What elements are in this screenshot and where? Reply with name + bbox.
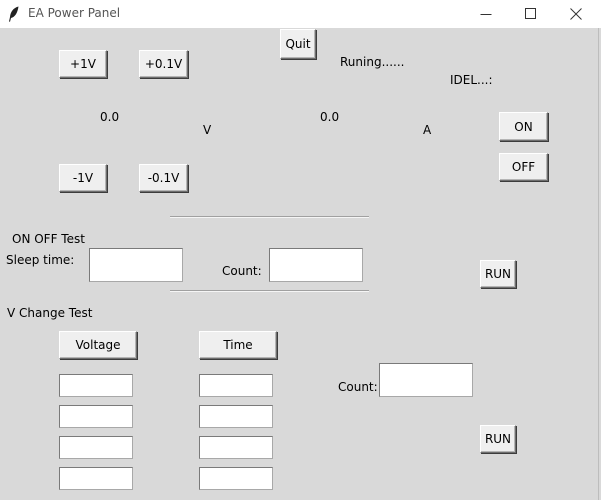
maximize-button[interactable] (508, 0, 554, 28)
time-input[interactable] (199, 374, 273, 397)
quit-button[interactable]: Quit (280, 29, 316, 59)
separator (170, 216, 369, 218)
minimize-icon (480, 14, 492, 15)
time-input[interactable] (199, 405, 273, 428)
plus-01v-button[interactable]: +0.1V (139, 50, 188, 78)
minimize-button[interactable] (463, 0, 509, 28)
voltage-header-button[interactable]: Voltage (59, 331, 137, 359)
maximize-icon (525, 8, 536, 19)
window-title: EA Power Panel (28, 6, 121, 20)
on-off-count-label: Count: (222, 264, 262, 278)
voltage-input[interactable] (59, 405, 133, 428)
minus-01v-button[interactable]: -0.1V (139, 164, 188, 192)
on-off-test-title: ON OFF Test (12, 232, 85, 246)
voltage-input[interactable] (59, 436, 133, 459)
idle-status: IDEL...: (450, 73, 493, 87)
close-button[interactable] (553, 0, 599, 28)
current-value: 0.0 (320, 110, 340, 124)
time-header-button[interactable]: Time (199, 331, 277, 359)
voltage-unit: V (203, 123, 212, 137)
voltage-input[interactable] (59, 467, 133, 490)
voltage-value: 0.0 (100, 110, 120, 124)
on-off-run-button[interactable]: RUN (480, 260, 516, 288)
main-panel: Quit +1V +0.1V Runing...... IDEL...: 0.0… (0, 28, 601, 500)
window-border (598, 28, 599, 500)
off-button[interactable]: OFF (499, 153, 548, 181)
title-bar: EA Power Panel (0, 0, 601, 28)
running-status: Runing...... (340, 55, 405, 69)
minus-1v-button[interactable]: -1V (59, 164, 107, 192)
on-button[interactable]: ON (499, 112, 548, 141)
close-icon (570, 8, 582, 20)
v-change-test-title: V Change Test (7, 306, 93, 320)
sleep-time-input[interactable] (89, 248, 183, 282)
time-input[interactable] (199, 436, 273, 459)
separator (170, 290, 369, 292)
feather-icon (8, 6, 20, 22)
on-off-count-input[interactable] (269, 248, 363, 282)
sleep-time-label: Sleep time: (6, 253, 75, 267)
current-unit: A (423, 123, 432, 137)
v-change-count-label: Count: (338, 380, 378, 394)
voltage-input[interactable] (59, 374, 133, 397)
v-change-run-button[interactable]: RUN (480, 425, 516, 453)
plus-1v-button[interactable]: +1V (59, 50, 107, 78)
time-input[interactable] (199, 467, 273, 490)
v-change-count-input[interactable] (379, 363, 473, 397)
